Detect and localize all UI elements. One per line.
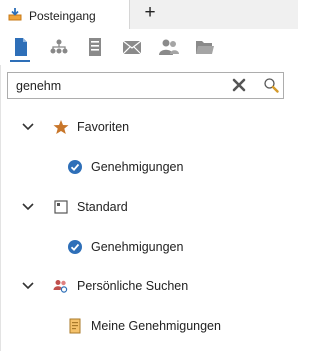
tab-label: Posteingang: [29, 9, 96, 23]
tree-group-label: Persönliche Suchen: [77, 279, 189, 293]
square-icon: [53, 199, 69, 215]
users-icon[interactable]: [158, 37, 180, 57]
chevron-down-icon[interactable]: [22, 280, 34, 290]
tab-posteingang[interactable]: Posteingang: [0, 0, 130, 29]
check-circle-icon: [67, 159, 83, 175]
document-icon[interactable]: [12, 37, 34, 57]
list-icon[interactable]: [86, 37, 108, 57]
chevron-down-icon[interactable]: [22, 201, 34, 211]
tree-item-label: Genehmigungen: [91, 240, 184, 254]
search-icon[interactable]: [263, 77, 279, 93]
check-circle-icon: [67, 239, 83, 255]
add-tab-button[interactable]: +: [141, 3, 159, 22]
tree-group-persoenliche-suchen[interactable]: Persönliche Suchen: [0, 267, 298, 305]
tree-item-genehmigungen-standard[interactable]: Genehmigungen: [0, 227, 298, 265]
folder-icon[interactable]: [195, 37, 217, 57]
active-indicator: [10, 60, 30, 62]
tree-item-label: Meine Genehmigungen: [91, 319, 221, 333]
tree-group-favoriten[interactable]: Favoriten: [0, 108, 298, 146]
toolbar: [0, 29, 298, 65]
tree-group-label: Favoriten: [77, 120, 130, 134]
tree-item-genehmigungen-favoriten[interactable]: Genehmigungen: [0, 147, 298, 185]
search-input[interactable]: [16, 76, 226, 95]
tree-group-label: Standard: [77, 200, 128, 214]
search-box: [7, 72, 284, 99]
mail-icon[interactable]: [122, 37, 144, 57]
form-icon: [67, 318, 83, 334]
tree-item-meine-genehmigungen[interactable]: Meine Genehmigungen: [0, 307, 298, 345]
users-search-icon: [53, 278, 69, 294]
star-icon: [53, 119, 69, 135]
tree-item-label: Genehmigungen: [91, 160, 184, 174]
chevron-down-icon[interactable]: [22, 121, 34, 131]
clear-icon[interactable]: [232, 78, 246, 92]
tab-strip: Posteingang +: [0, 0, 298, 29]
inbox-icon: [8, 7, 22, 21]
org-chart-icon[interactable]: [49, 37, 71, 57]
tree-group-standard[interactable]: Standard: [0, 188, 298, 226]
